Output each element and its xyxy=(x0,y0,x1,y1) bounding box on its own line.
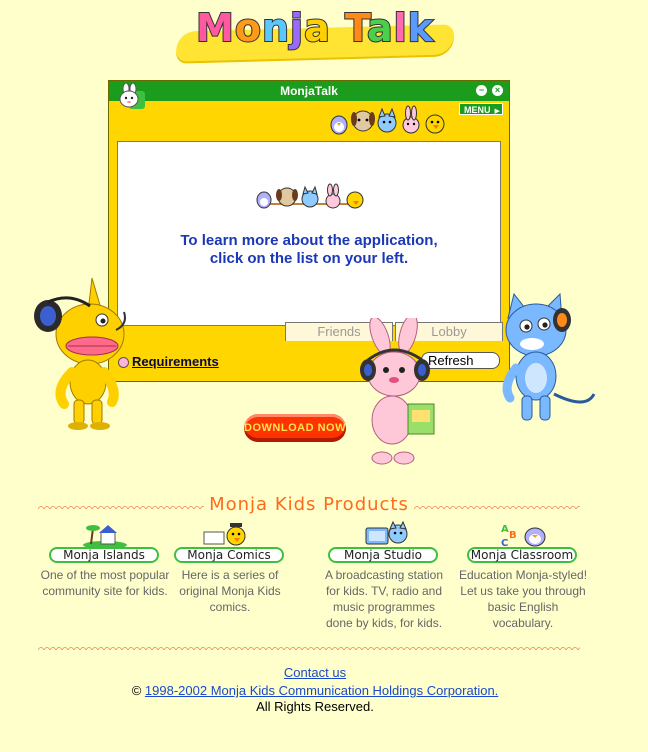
product-name[interactable]: Monja Studio xyxy=(328,547,438,563)
comics-icon xyxy=(203,523,246,546)
svg-text:A: A xyxy=(501,524,509,535)
logo-letter-t: T xyxy=(344,5,367,51)
rabbit-icon xyxy=(402,105,420,134)
all-rights-reserved: All Rights Reserved. xyxy=(256,699,374,714)
app-window: MonjaTalk − × MENU To learn more about t… xyxy=(108,80,510,382)
logo-letter-m: M xyxy=(195,5,235,51)
logo-letter-o: o xyxy=(234,5,262,51)
character-group-icon xyxy=(330,105,445,135)
minimize-button[interactable]: − xyxy=(476,85,487,96)
logo-letter-l: l xyxy=(393,5,408,51)
product-description: Here is a series of original Monja Kids … xyxy=(179,568,281,614)
pink-rabbit-mascot-icon xyxy=(360,318,435,465)
penguin-icon xyxy=(330,115,348,135)
dog-icon xyxy=(351,110,375,132)
menu-button[interactable]: MENU xyxy=(459,103,503,115)
products-heading: Monja Kids Products xyxy=(209,494,409,515)
info-line-1: To learn more about the application, xyxy=(180,232,438,249)
divider-bottom xyxy=(38,644,580,650)
chick-icon xyxy=(425,114,445,134)
close-button[interactable]: × xyxy=(492,85,503,96)
blue-cat-mascot-icon xyxy=(502,292,596,421)
window-title: MonjaTalk xyxy=(280,84,338,98)
product-name[interactable]: Monja Islands xyxy=(49,547,159,563)
product-name[interactable]: Monja Comics xyxy=(174,547,284,563)
cat-icon xyxy=(377,107,397,133)
product-name[interactable]: Monja Classroom xyxy=(467,547,577,563)
island-icon xyxy=(83,525,127,548)
info-message: To learn more about the application, cli… xyxy=(118,232,500,268)
copyright-link[interactable]: 1998-2002 Monja Kids Communication Holdi… xyxy=(145,683,498,698)
copyright-line: © 1998-2002 Monja Kids Communication Hol… xyxy=(0,683,630,698)
logo-letter-a2: a xyxy=(366,5,394,51)
product-description: A broadcasting station for kids. TV, rad… xyxy=(324,568,444,630)
info-line-2: click on the list on your left. xyxy=(209,250,409,267)
divider-left xyxy=(38,503,204,509)
requirements-link[interactable]: Requirements xyxy=(132,354,219,369)
logo-text: Monja Talk xyxy=(170,5,460,51)
content-pane: To learn more about the application, cli… xyxy=(117,141,501,326)
logo-letter-j: j xyxy=(289,5,305,51)
copyright-symbol: © xyxy=(131,683,142,698)
product-description: Education Monja-styled! Let us take you … xyxy=(458,568,588,630)
divider-right xyxy=(414,503,580,509)
logo-letter-a: a xyxy=(303,5,331,51)
logo-letter-k: k xyxy=(407,5,434,51)
download-now-button[interactable]: DOWNLOAD NOW xyxy=(244,414,346,442)
abc-classroom-icon: A B C xyxy=(501,524,546,548)
svg-text:B: B xyxy=(509,530,517,541)
holding-hands-characters-icon xyxy=(256,183,364,209)
contact-us-link[interactable]: Contact us xyxy=(0,665,630,680)
window-titlebar[interactable]: MonjaTalk − × xyxy=(109,81,509,101)
bunny-mascot-icon xyxy=(119,83,145,109)
monja-talk-logo: Monja Talk xyxy=(170,4,460,62)
product-description: One of the most popular community site f… xyxy=(40,568,170,598)
tv-studio-icon xyxy=(365,520,408,545)
logo-letter-n: n xyxy=(261,5,291,51)
yellow-creature-mascot-icon xyxy=(34,277,126,430)
